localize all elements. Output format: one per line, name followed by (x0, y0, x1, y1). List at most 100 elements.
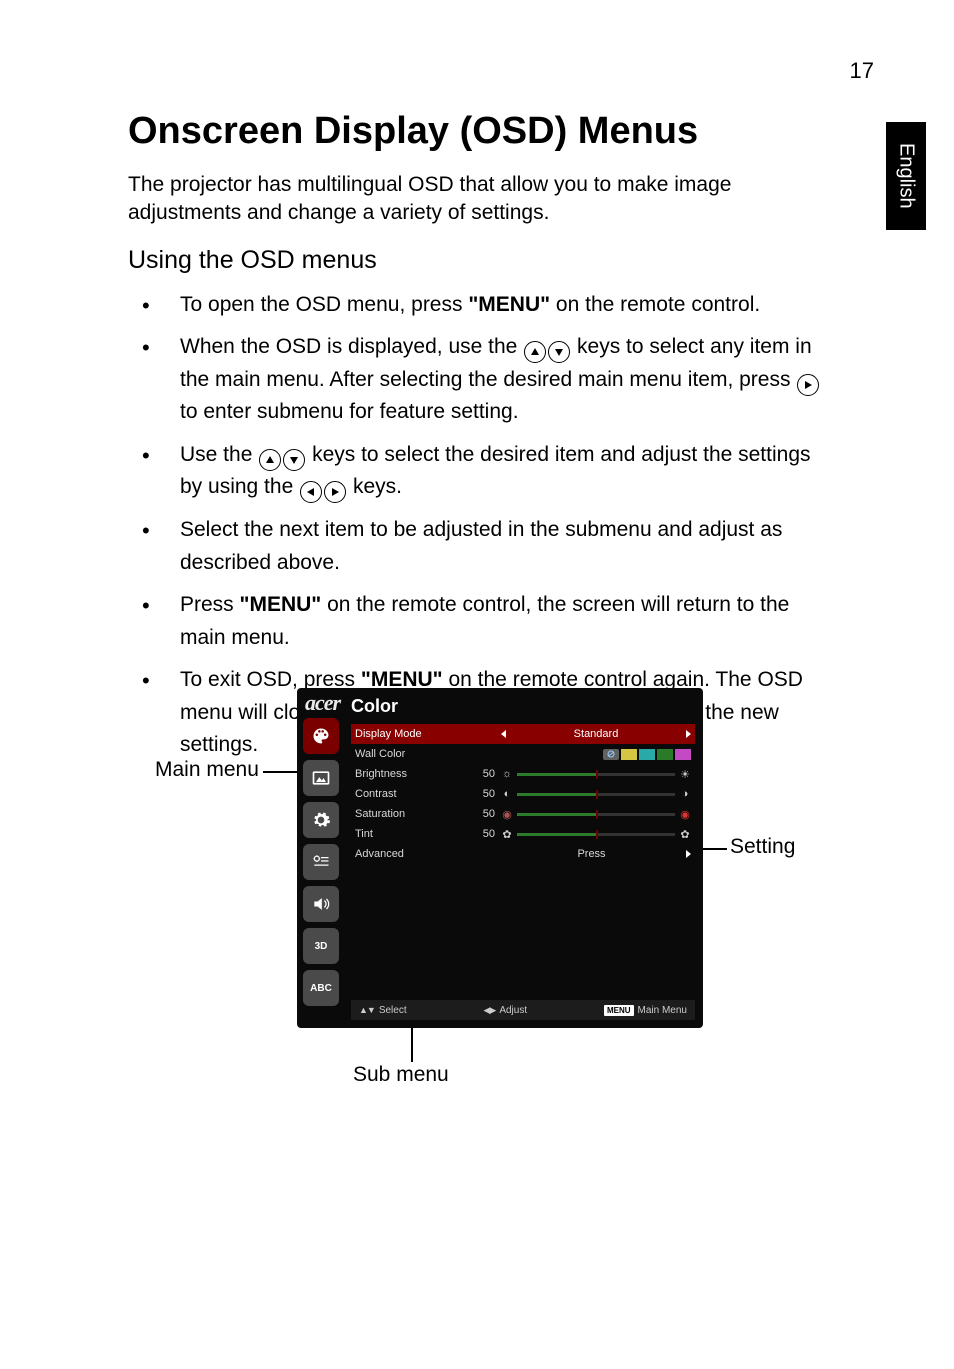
sidebar-item-audio[interactable] (303, 886, 339, 922)
osd-row-brightness[interactable]: Brightness 50 ☼ ☀ (351, 764, 695, 784)
row-label: Brightness (355, 768, 477, 780)
row-value: 50 (477, 788, 501, 800)
label-main-menu: Main menu (155, 758, 259, 782)
right-arrow-icon[interactable] (686, 850, 691, 858)
instruction-item: Use the keys to select the desired item … (128, 439, 828, 504)
swatch-yellow[interactable] (621, 749, 637, 760)
right-key-icon (324, 481, 346, 503)
intro-paragraph: The projector has multilingual OSD that … (128, 171, 828, 228)
swatch-none[interactable] (603, 749, 619, 760)
menu-keyword: "MENU" (468, 293, 550, 316)
label-setting: Setting (730, 835, 795, 859)
language-side-tab: English (886, 122, 926, 230)
swatch-green[interactable] (657, 749, 673, 760)
text: on the remote control. (550, 293, 760, 316)
footer-main-menu: MENU Main Menu (604, 1005, 687, 1016)
osd-row-advanced[interactable]: Advanced Press (351, 844, 695, 864)
sidebar-item-settings[interactable] (303, 802, 339, 838)
gear-icon (311, 810, 331, 830)
saturation-high-icon: ◉ (679, 808, 691, 820)
osd-footer: Select Adjust MENU Main Menu (351, 1000, 695, 1020)
footer-select: Select (359, 1005, 407, 1016)
row-control (501, 749, 691, 760)
menu-button-icon: MENU (604, 1005, 634, 1016)
right-arrow-icon[interactable] (686, 730, 691, 738)
row-control: ☼ ☀ (501, 768, 691, 780)
osd-main-menu-sidebar: 3D ABC (303, 718, 345, 1012)
row-value: 50 (477, 808, 501, 820)
3d-icon: 3D (315, 941, 328, 952)
instruction-item: To open the OSD menu, press "MENU" on th… (128, 289, 828, 322)
callout-line (703, 848, 727, 850)
row-control: Standard (501, 728, 691, 740)
text: To open the OSD menu, press (180, 293, 468, 316)
swatch-cyan[interactable] (639, 749, 655, 760)
instruction-item: Press "MENU" on the remote control, the … (128, 589, 828, 654)
sidebar-item-image[interactable] (303, 760, 339, 796)
menu-keyword: "MENU" (240, 593, 322, 616)
down-key-icon (548, 341, 570, 363)
sidebar-item-management[interactable] (303, 844, 339, 880)
left-right-icon (483, 1005, 495, 1016)
saturation-low-icon: ◉ (501, 808, 513, 820)
instruction-item: Select the next item to be adjusted in t… (128, 514, 828, 579)
section-subhead: Using the OSD menus (128, 246, 828, 275)
text: When the OSD is displayed, use the (180, 335, 523, 358)
footer-adjust-label: Adjust (499, 1005, 527, 1016)
right-key-icon (797, 374, 819, 396)
row-label: Tint (355, 828, 477, 840)
brightness-high-icon: ☀ (679, 768, 691, 780)
image-icon (311, 768, 331, 788)
list-gear-icon (311, 852, 331, 872)
row-control: ✿ ✿ (501, 828, 691, 840)
text: keys. (353, 475, 402, 498)
slider[interactable] (517, 793, 675, 796)
left-arrow-icon[interactable] (501, 730, 506, 738)
instruction-item: When the OSD is displayed, use the keys … (128, 331, 828, 429)
slider[interactable] (517, 813, 675, 816)
footer-main-menu-label: Main Menu (638, 1005, 687, 1016)
tint-low-icon: ✿ (501, 828, 513, 840)
label-sub-menu: Sub menu (353, 1063, 449, 1087)
page-number: 17 (850, 58, 874, 84)
row-control: Press (501, 848, 691, 860)
abc-icon: ABC (310, 983, 332, 994)
row-label: Advanced (355, 848, 477, 860)
down-key-icon (283, 449, 305, 471)
slider[interactable] (517, 773, 675, 776)
row-label: Wall Color (355, 748, 477, 760)
sidebar-item-3d[interactable]: 3D (303, 928, 339, 964)
row-control: ◐ ◑ (501, 788, 691, 800)
callout-line (263, 771, 297, 773)
tint-high-icon: ✿ (679, 828, 691, 840)
press-label: Press (501, 848, 682, 860)
palette-icon (311, 726, 331, 746)
footer-adjust: Adjust (483, 1005, 527, 1016)
footer-select-label: Select (379, 1005, 407, 1016)
swatch-pink[interactable] (675, 749, 691, 760)
contrast-low-icon: ◐ (501, 788, 513, 800)
osd-row-display-mode[interactable]: Display Mode Standard (351, 724, 695, 744)
osd-row-tint[interactable]: Tint 50 ✿ ✿ (351, 824, 695, 844)
osd-row-contrast[interactable]: Contrast 50 ◐ ◑ (351, 784, 695, 804)
osd-panel: acer Color 3D ABC Display Mode (297, 688, 703, 1028)
row-label: Saturation (355, 808, 477, 820)
osd-section-title: Color (351, 696, 398, 717)
page-content: Onscreen Display (OSD) Menus The project… (128, 110, 828, 772)
row-value: 50 (477, 828, 501, 840)
color-swatches (603, 749, 691, 760)
callout-line (411, 1028, 413, 1062)
acer-logo: acer (305, 690, 340, 716)
osd-row-saturation[interactable]: Saturation 50 ◉ ◉ (351, 804, 695, 824)
osd-submenu: Display Mode Standard Wall Color (351, 724, 695, 864)
text: Press (180, 593, 240, 616)
slider[interactable] (517, 833, 675, 836)
sidebar-item-language[interactable]: ABC (303, 970, 339, 1006)
row-label: Display Mode (355, 728, 477, 740)
osd-row-wall-color[interactable]: Wall Color (351, 744, 695, 764)
up-down-icon (359, 1005, 375, 1016)
contrast-high-icon: ◑ (679, 788, 691, 800)
up-key-icon (259, 449, 281, 471)
sidebar-item-color[interactable] (303, 718, 339, 754)
text: to enter submenu for feature setting. (180, 400, 519, 423)
